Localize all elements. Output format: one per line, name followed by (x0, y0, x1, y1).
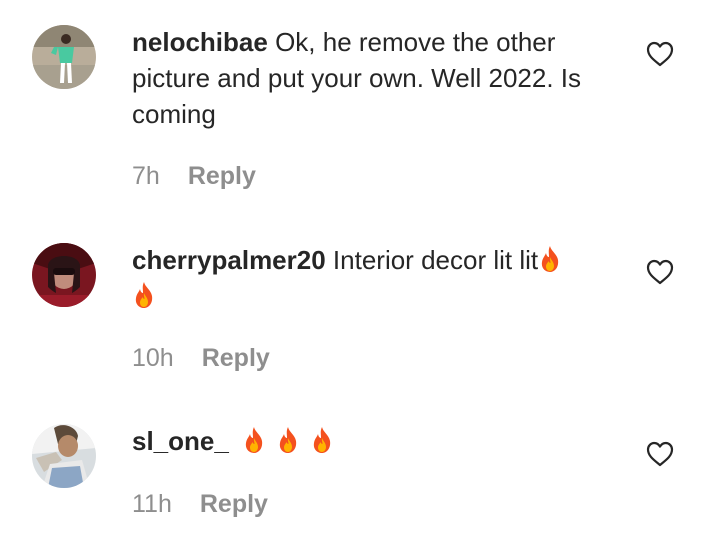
avatar[interactable] (32, 25, 96, 89)
comment-time: 10h (132, 344, 174, 372)
comment-meta: 11h Reply (132, 489, 268, 519)
fire-emoji (242, 426, 266, 454)
comment-meta: 10h Reply (132, 343, 270, 373)
heart-outline-icon[interactable] (646, 259, 674, 285)
avatar[interactable] (32, 424, 96, 488)
comment-username[interactable]: cherrypalmer20 (132, 245, 326, 275)
fire-emoji (538, 245, 562, 273)
comment-username[interactable]: sl_one_ (132, 426, 229, 456)
comment-meta: 7h Reply (132, 161, 256, 191)
fire-emoji (276, 426, 300, 454)
fire-emoji (310, 426, 334, 454)
heart-outline-icon[interactable] (646, 41, 674, 67)
comment-time: 7h (132, 162, 160, 190)
reply-button[interactable]: Reply (202, 344, 270, 372)
comment-username[interactable]: nelochibae (132, 27, 268, 57)
comment-text: sl_one_ (132, 423, 622, 459)
comment-text: cherrypalmer20 Interior decor lit lit (132, 242, 622, 314)
fire-emoji (132, 281, 156, 309)
heart-outline-icon[interactable] (646, 441, 674, 467)
avatar-photo (32, 25, 96, 89)
reply-button[interactable]: Reply (188, 162, 256, 190)
comment-text: nelochibae Ok, he remove the other pictu… (132, 24, 622, 132)
avatar-photo (32, 424, 96, 488)
reply-button[interactable]: Reply (200, 490, 268, 518)
comment-time: 11h (132, 490, 172, 518)
avatar-photo (32, 243, 96, 307)
comment-body: Interior decor lit lit (332, 245, 539, 275)
avatar[interactable] (32, 243, 96, 307)
